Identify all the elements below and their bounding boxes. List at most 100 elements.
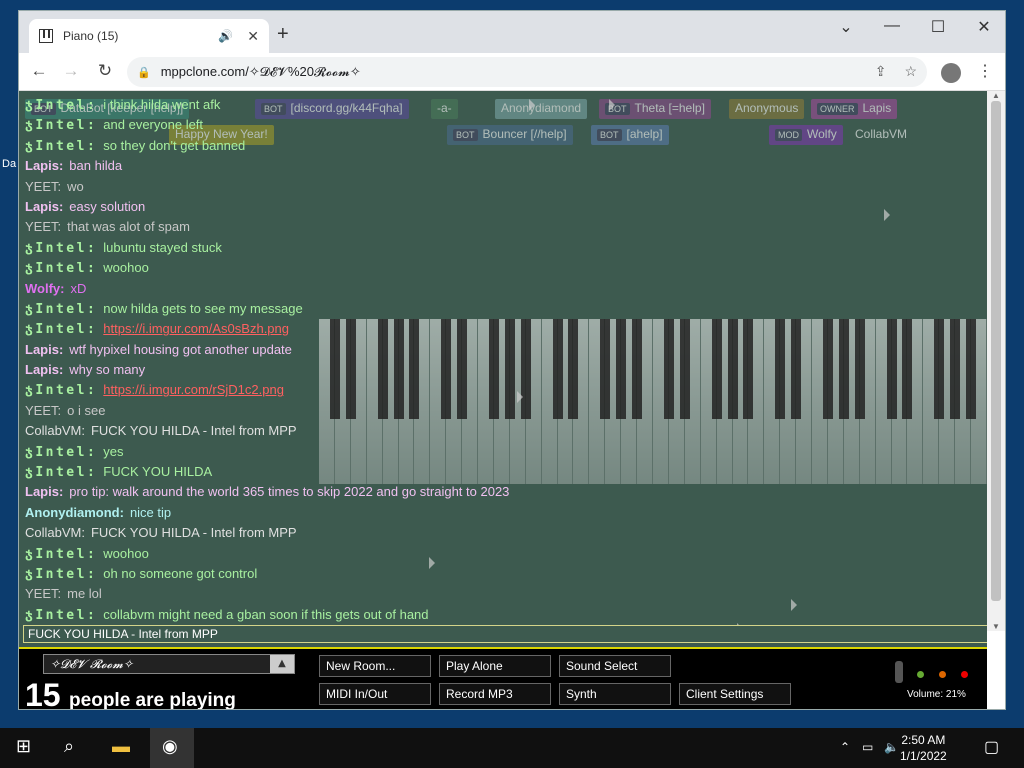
chat-nick[interactable]: ჯIntel: <box>25 118 97 133</box>
volume-knob[interactable] <box>895 661 903 683</box>
chat-text: that was alot of spam <box>67 219 190 235</box>
chat-message: ჯIntel: now hilda gets to see my message <box>25 299 925 319</box>
system-clock[interactable]: 2:50 AM 1/1/2022 <box>900 732 947 764</box>
network-icon[interactable]: ▭ <box>862 740 873 754</box>
page-scrollbar[interactable]: ▲ ▼ <box>987 91 1005 631</box>
chat-nick[interactable]: YEET: <box>25 586 61 601</box>
taskbar: ⊞ ⌕ ▬ ◉ ⌃ ▭ 🔈 2:50 AM 1/1/2022 ▢ <box>0 728 1024 768</box>
chat-nick[interactable]: ჯIntel: <box>25 302 97 317</box>
piano-black-key[interactable] <box>950 319 961 419</box>
chat-text: FUCK YOU HILDA - Intel from MPP <box>90 525 297 541</box>
chat-nick[interactable]: YEET: <box>25 403 61 418</box>
chat-nick[interactable]: ჯIntel: <box>25 322 97 337</box>
chat-text: me lol <box>67 586 102 602</box>
cursor-icon <box>884 209 890 221</box>
chrome-icon[interactable]: ◉ <box>150 728 194 768</box>
tab-search-icon[interactable]: ⌄ <box>823 17 869 37</box>
chat-nick[interactable]: ჯIntel: <box>25 567 97 582</box>
chat-nick[interactable]: ჯIntel: <box>25 139 97 154</box>
new-room-button[interactable]: New Room... <box>319 655 431 677</box>
browser-tab[interactable]: Piano (15) 🔊 ✕ <box>29 19 269 53</box>
browser-window: Piano (15) 🔊 ✕ + ⌄ — ☐ ✕ ← → ↻ 🔒 mppclon… <box>18 10 1006 710</box>
file-explorer-icon[interactable]: ▬ <box>112 736 130 757</box>
record-mp3-button[interactable]: Record MP3 <box>439 683 551 705</box>
player-count-number: 15 <box>25 677 61 710</box>
chat-message: CollabVM: FUCK YOU HILDA - Intel from MPP <box>25 421 925 441</box>
close-tab-icon[interactable]: ✕ <box>247 28 259 45</box>
synth-button[interactable]: Synth <box>559 683 671 705</box>
chat-nick[interactable]: YEET: <box>25 179 61 194</box>
cursor-icon <box>429 557 435 569</box>
back-icon[interactable]: ← <box>27 61 51 81</box>
chat-text: woohoo <box>103 545 149 561</box>
piano-black-key[interactable] <box>934 319 945 419</box>
notifications-icon[interactable]: ▢ <box>984 737 999 757</box>
search-icon[interactable]: ⌕ <box>64 736 74 757</box>
cursor-icon <box>791 599 797 611</box>
speaker-icon[interactable]: 🔊 <box>218 29 233 43</box>
share-icon[interactable]: ⇪ <box>875 63 887 80</box>
address-bar[interactable]: 🔒 mppclone.com/✧𝓓𝓔𝓥%20𝓡𝓸𝓸𝓶✧ ⇪ ☆ <box>127 57 927 87</box>
play-alone-button[interactable]: Play Alone <box>439 655 551 677</box>
chat-text: and everyone left <box>103 117 204 133</box>
chat-text: so they don't get banned <box>103 137 246 153</box>
chat-nick[interactable]: Lapis: <box>25 199 63 214</box>
clock-time: 2:50 AM <box>901 733 946 747</box>
chat-nick[interactable]: CollabVM: <box>25 525 85 540</box>
chat-text: i think hilda went afk <box>103 97 221 112</box>
chat-nick[interactable]: Anonydiamond: <box>25 505 124 520</box>
chat-nick[interactable]: YEET: <box>25 219 61 234</box>
client-settings-button[interactable]: Client Settings <box>679 683 791 705</box>
piano-black-key[interactable] <box>966 319 977 419</box>
chat-nick[interactable]: Lapis: <box>25 362 63 377</box>
chat-nick[interactable]: Lapis: <box>25 484 63 499</box>
chat-text: o i see <box>67 402 106 418</box>
chat-link[interactable]: https://i.imgur.com/rSjD1c2.png <box>103 382 284 397</box>
chat-nick[interactable]: Lapis: <box>25 342 63 357</box>
chat-nick[interactable]: ჯIntel: <box>25 241 97 256</box>
chat-input[interactable]: FUCK YOU HILDA - Intel from MPP <box>23 625 987 643</box>
chat-nick[interactable]: ჯIntel: <box>25 383 97 398</box>
bookmark-star-icon[interactable]: ☆ <box>904 63 917 80</box>
chat-link[interactable]: https://i.imgur.com/As0sBzh.png <box>103 321 289 336</box>
chat-nick[interactable]: CollabVM: <box>25 423 85 438</box>
midi-button[interactable]: MIDI In/Out <box>319 683 431 705</box>
player-count: 15 people are playing <box>25 677 236 710</box>
chat-nick[interactable]: ჯIntel: <box>25 98 97 113</box>
desktop-icon-label[interactable]: Da <box>2 158 16 170</box>
scroll-down-icon[interactable]: ▼ <box>992 622 1000 631</box>
chat-nick[interactable]: Wolfy: <box>25 281 64 296</box>
chat-text: pro tip: walk around the world 365 times… <box>69 484 510 500</box>
chat-text: FUCK YOU HILDA - Intel from MPP <box>90 423 297 439</box>
chat-message: Lapis: wtf hypixel housing got another up… <box>25 340 925 360</box>
chat-message: Lapis: why so many <box>25 360 925 380</box>
chat-message: YEET: me lol <box>25 584 925 604</box>
new-tab-icon[interactable]: + <box>277 23 289 46</box>
room-select[interactable]: ✧𝓓𝓔𝓥 𝓡𝓸𝓸𝓶✧ ▲ <box>43 654 295 674</box>
close-window-icon[interactable]: ✕ <box>961 17 1005 37</box>
chat-nick[interactable]: ჯIntel: <box>25 445 97 460</box>
chevron-up-icon[interactable]: ▲ <box>270 655 294 673</box>
chat-text: wtf hypixel housing got another update <box>69 341 292 357</box>
reload-icon[interactable]: ↻ <box>93 61 117 81</box>
forward-icon[interactable]: → <box>59 61 83 81</box>
chat-log: ჯIntel: i think hilda went afk ჯIntel: and … <box>25 95 925 625</box>
chevron-up-icon[interactable]: ⌃ <box>840 740 850 754</box>
chat-message: Lapis: pro tip: walk around the world 365… <box>25 482 925 502</box>
scroll-up-icon[interactable]: ▲ <box>992 91 1000 100</box>
chat-message: ჯIntel: so they don't get banned <box>25 136 925 156</box>
maximize-icon[interactable]: ☐ <box>915 17 961 37</box>
profile-avatar-icon[interactable] <box>941 63 961 83</box>
chat-nick[interactable]: ჯIntel: <box>25 547 97 562</box>
chat-nick[interactable]: ჯIntel: <box>25 465 97 480</box>
chat-nick[interactable]: Lapis: <box>25 158 63 173</box>
scrollbar-thumb[interactable] <box>991 101 1001 601</box>
chat-nick[interactable]: ჯIntel: <box>25 608 97 623</box>
volume-icon[interactable]: 🔈 <box>884 740 899 754</box>
windows-start-icon[interactable]: ⊞ <box>16 736 31 757</box>
menu-dots-icon[interactable]: ⋮ <box>977 61 993 81</box>
lock-icon[interactable]: 🔒 <box>137 66 151 79</box>
sound-select-button[interactable]: Sound Select <box>559 655 671 677</box>
minimize-icon[interactable]: — <box>869 17 915 35</box>
chat-nick[interactable]: ჯIntel: <box>25 261 97 276</box>
